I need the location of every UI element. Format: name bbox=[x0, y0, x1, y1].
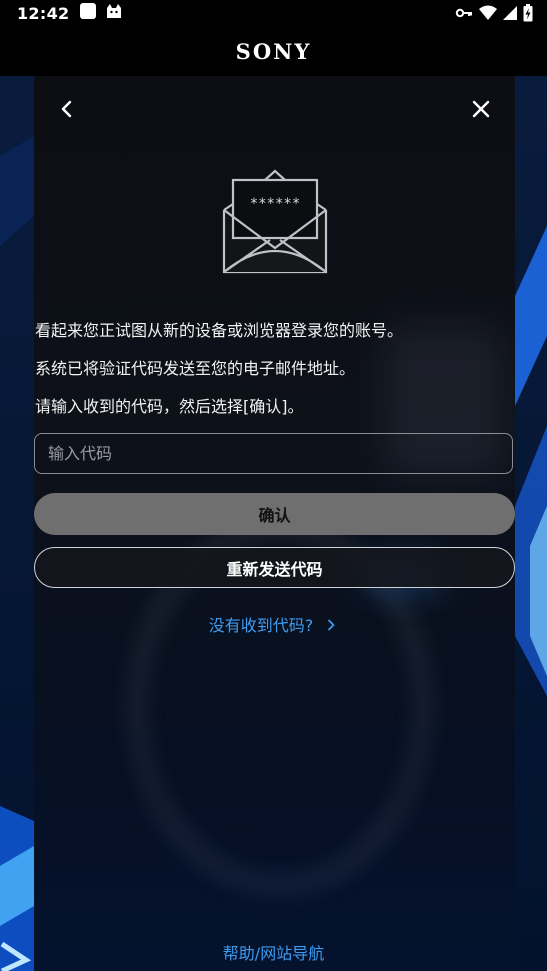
android-cat-icon bbox=[105, 2, 123, 24]
battery-charging-icon bbox=[523, 4, 533, 26]
chevron-right-icon bbox=[328, 619, 335, 631]
chevron-left-icon bbox=[61, 100, 72, 118]
close-button[interactable] bbox=[466, 94, 496, 124]
app-header: SONY bbox=[0, 26, 547, 76]
no-code-link[interactable]: 没有收到代码? bbox=[0, 612, 547, 636]
status-time: 12:42 bbox=[17, 3, 70, 23]
no-code-link-label: 没有收到代码? bbox=[208, 616, 314, 635]
message-line-3: 请输入收到的代码，然后选择[确认]。 bbox=[35, 397, 304, 416]
help-site-nav-link[interactable]: 帮助/网站导航 bbox=[0, 940, 547, 964]
message-line-2: 系统已将验证代码发送至您的电子邮件地址。 bbox=[35, 359, 356, 378]
confirm-button[interactable]: 确认 bbox=[34, 493, 515, 535]
status-bar: 12:42 bbox=[0, 0, 547, 26]
back-button[interactable] bbox=[52, 94, 82, 124]
verification-code-input[interactable] bbox=[34, 433, 513, 474]
app-square-icon bbox=[79, 2, 97, 24]
masked-code-text: ****** bbox=[250, 196, 301, 212]
wifi-icon bbox=[479, 5, 497, 25]
close-icon bbox=[472, 100, 490, 118]
signal-icon bbox=[503, 5, 517, 25]
sony-logo: SONY bbox=[235, 38, 312, 64]
message-line-1: 看起来您正试图从新的设备或浏览器登录您的账号。 bbox=[35, 321, 404, 340]
open-envelope-icon: ****** bbox=[222, 169, 328, 274]
envelope-illustration: ****** bbox=[220, 168, 330, 282]
vpn-key-icon bbox=[455, 4, 473, 26]
resend-code-button[interactable]: 重新发送代码 bbox=[34, 547, 515, 588]
